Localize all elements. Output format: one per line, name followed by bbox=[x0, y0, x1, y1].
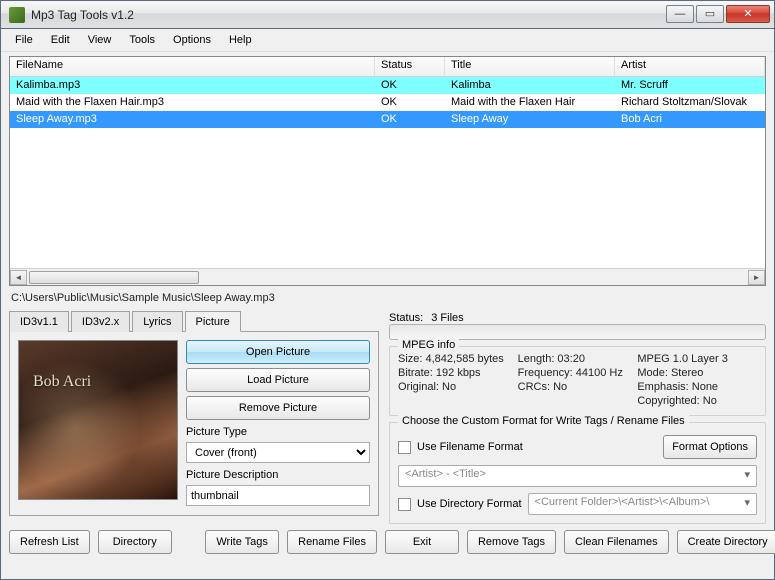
tab-picture[interactable]: Picture bbox=[185, 311, 241, 332]
album-art[interactable]: Bob Acri bbox=[18, 340, 178, 500]
tab-id3v11[interactable]: ID3v1.1 bbox=[9, 311, 69, 332]
format-legend: Choose the Custom Format for Write Tags … bbox=[398, 415, 689, 427]
menu-tools[interactable]: Tools bbox=[121, 32, 163, 48]
directory-button[interactable]: Directory bbox=[98, 530, 172, 554]
titlebar[interactable]: Mp3 Tag Tools v1.2 ― ▭ ✕ bbox=[0, 0, 775, 28]
picture-desc-input[interactable] bbox=[186, 485, 370, 506]
table-row[interactable]: Maid with the Flaxen Hair.mp3OKMaid with… bbox=[10, 94, 765, 111]
directory-format-combo[interactable]: <Current Folder>\<Artist>\<Album>\ bbox=[528, 493, 757, 515]
tab-lyrics[interactable]: Lyrics bbox=[132, 311, 182, 332]
cell-title: Maid with the Flaxen Hair bbox=[445, 94, 615, 111]
rename-files-button[interactable]: Rename Files bbox=[287, 530, 377, 554]
mpeg-legend: MPEG info bbox=[398, 339, 459, 351]
cell-filename: Kalimba.mp3 bbox=[10, 77, 375, 94]
use-directory-label: Use Directory Format bbox=[417, 498, 522, 510]
menu-help[interactable]: Help bbox=[221, 32, 260, 48]
app-icon bbox=[9, 7, 25, 23]
tag-tabs: ID3v1.1 ID3v2.x Lyrics Picture bbox=[9, 310, 379, 331]
mpeg-freq: Frequency: 44100 Hz bbox=[518, 367, 628, 379]
use-filename-label: Use Filename Format bbox=[417, 441, 657, 453]
current-path: C:\Users\Public\Music\Sample Music\Sleep… bbox=[1, 288, 774, 308]
mpeg-original: Original: No bbox=[398, 381, 508, 393]
scroll-right-icon[interactable]: ► bbox=[748, 270, 765, 285]
mpeg-copyright: Copyrighted: No bbox=[637, 395, 757, 407]
picture-desc-label: Picture Description bbox=[186, 469, 370, 481]
exit-button[interactable]: Exit bbox=[385, 530, 459, 554]
cell-artist: Bob Acri bbox=[615, 111, 765, 128]
cell-status: OK bbox=[375, 94, 445, 111]
cell-filename: Maid with the Flaxen Hair.mp3 bbox=[10, 94, 375, 111]
mpeg-bitrate: Bitrate: 192 kbps bbox=[398, 367, 508, 379]
cell-title: Kalimba bbox=[445, 77, 615, 94]
minimize-button[interactable]: ― bbox=[666, 5, 694, 23]
scroll-left-icon[interactable]: ◄ bbox=[10, 270, 27, 285]
mpeg-emphasis: Emphasis: None bbox=[637, 381, 757, 393]
cell-artist: Mr. Scruff bbox=[615, 77, 765, 94]
mpeg-length: Length: 03:20 bbox=[518, 353, 628, 365]
horizontal-scrollbar[interactable]: ◄ ► bbox=[10, 268, 765, 285]
file-list[interactable]: FileName Status Title Artist Kalimba.mp3… bbox=[9, 56, 766, 286]
bottom-button-bar: Refresh List Directory Write Tags Rename… bbox=[1, 524, 774, 562]
use-filename-checkbox[interactable] bbox=[398, 441, 411, 454]
album-art-title: Bob Acri bbox=[33, 373, 91, 391]
mpeg-mode: Mode: Stereo bbox=[637, 367, 757, 379]
close-button[interactable]: ✕ bbox=[726, 5, 770, 23]
menu-file[interactable]: File bbox=[7, 32, 41, 48]
clean-filenames-button[interactable]: Clean Filenames bbox=[564, 530, 669, 554]
mpeg-size: Size: 4,842,585 bytes bbox=[398, 353, 508, 365]
picture-type-select[interactable]: Cover (front) bbox=[186, 442, 370, 463]
menu-view[interactable]: View bbox=[80, 32, 120, 48]
picture-type-label: Picture Type bbox=[186, 426, 370, 438]
load-picture-button[interactable]: Load Picture bbox=[186, 368, 370, 392]
col-filename[interactable]: FileName bbox=[10, 57, 375, 76]
cell-title: Sleep Away bbox=[445, 111, 615, 128]
format-options-button[interactable]: Format Options bbox=[663, 435, 757, 459]
mpeg-info-group: MPEG info Size: 4,842,585 bytes Length: … bbox=[389, 346, 766, 416]
window-title: Mp3 Tag Tools v1.2 bbox=[31, 8, 666, 22]
menu-options[interactable]: Options bbox=[165, 32, 219, 48]
format-group: Choose the Custom Format for Write Tags … bbox=[389, 422, 766, 524]
cell-status: OK bbox=[375, 111, 445, 128]
use-directory-checkbox[interactable] bbox=[398, 498, 411, 511]
table-row[interactable]: Kalimba.mp3OKKalimbaMr. Scruff bbox=[10, 77, 765, 94]
scroll-thumb[interactable] bbox=[29, 271, 199, 284]
cell-filename: Sleep Away.mp3 bbox=[10, 111, 375, 128]
tab-content-picture: Bob Acri Open Picture Load Picture Remov… bbox=[9, 331, 379, 516]
list-header[interactable]: FileName Status Title Artist bbox=[10, 57, 765, 77]
filename-format-combo[interactable]: <Artist> - <Title> bbox=[398, 465, 757, 487]
write-tags-button[interactable]: Write Tags bbox=[205, 530, 279, 554]
cell-status: OK bbox=[375, 77, 445, 94]
mpeg-crc: CRCs: No bbox=[518, 381, 628, 393]
status-label: Status: bbox=[389, 312, 423, 324]
progress-bar bbox=[389, 324, 766, 340]
cell-artist: Richard Stoltzman/Slovak bbox=[615, 94, 765, 111]
col-title[interactable]: Title bbox=[445, 57, 615, 76]
col-artist[interactable]: Artist bbox=[615, 57, 765, 76]
maximize-button[interactable]: ▭ bbox=[696, 5, 724, 23]
refresh-list-button[interactable]: Refresh List bbox=[9, 530, 90, 554]
menubar: File Edit View Tools Options Help bbox=[1, 29, 774, 52]
tab-id3v2x[interactable]: ID3v2.x bbox=[71, 311, 130, 332]
menu-edit[interactable]: Edit bbox=[43, 32, 78, 48]
remove-tags-button[interactable]: Remove Tags bbox=[467, 530, 556, 554]
remove-picture-button[interactable]: Remove Picture bbox=[186, 396, 370, 420]
col-status[interactable]: Status bbox=[375, 57, 445, 76]
mpeg-layer: MPEG 1.0 Layer 3 bbox=[637, 353, 757, 365]
status-value: 3 Files bbox=[431, 312, 463, 324]
table-row[interactable]: Sleep Away.mp3OKSleep AwayBob Acri bbox=[10, 111, 765, 128]
create-directory-button[interactable]: Create Directory bbox=[677, 530, 775, 554]
open-picture-button[interactable]: Open Picture bbox=[186, 340, 370, 364]
